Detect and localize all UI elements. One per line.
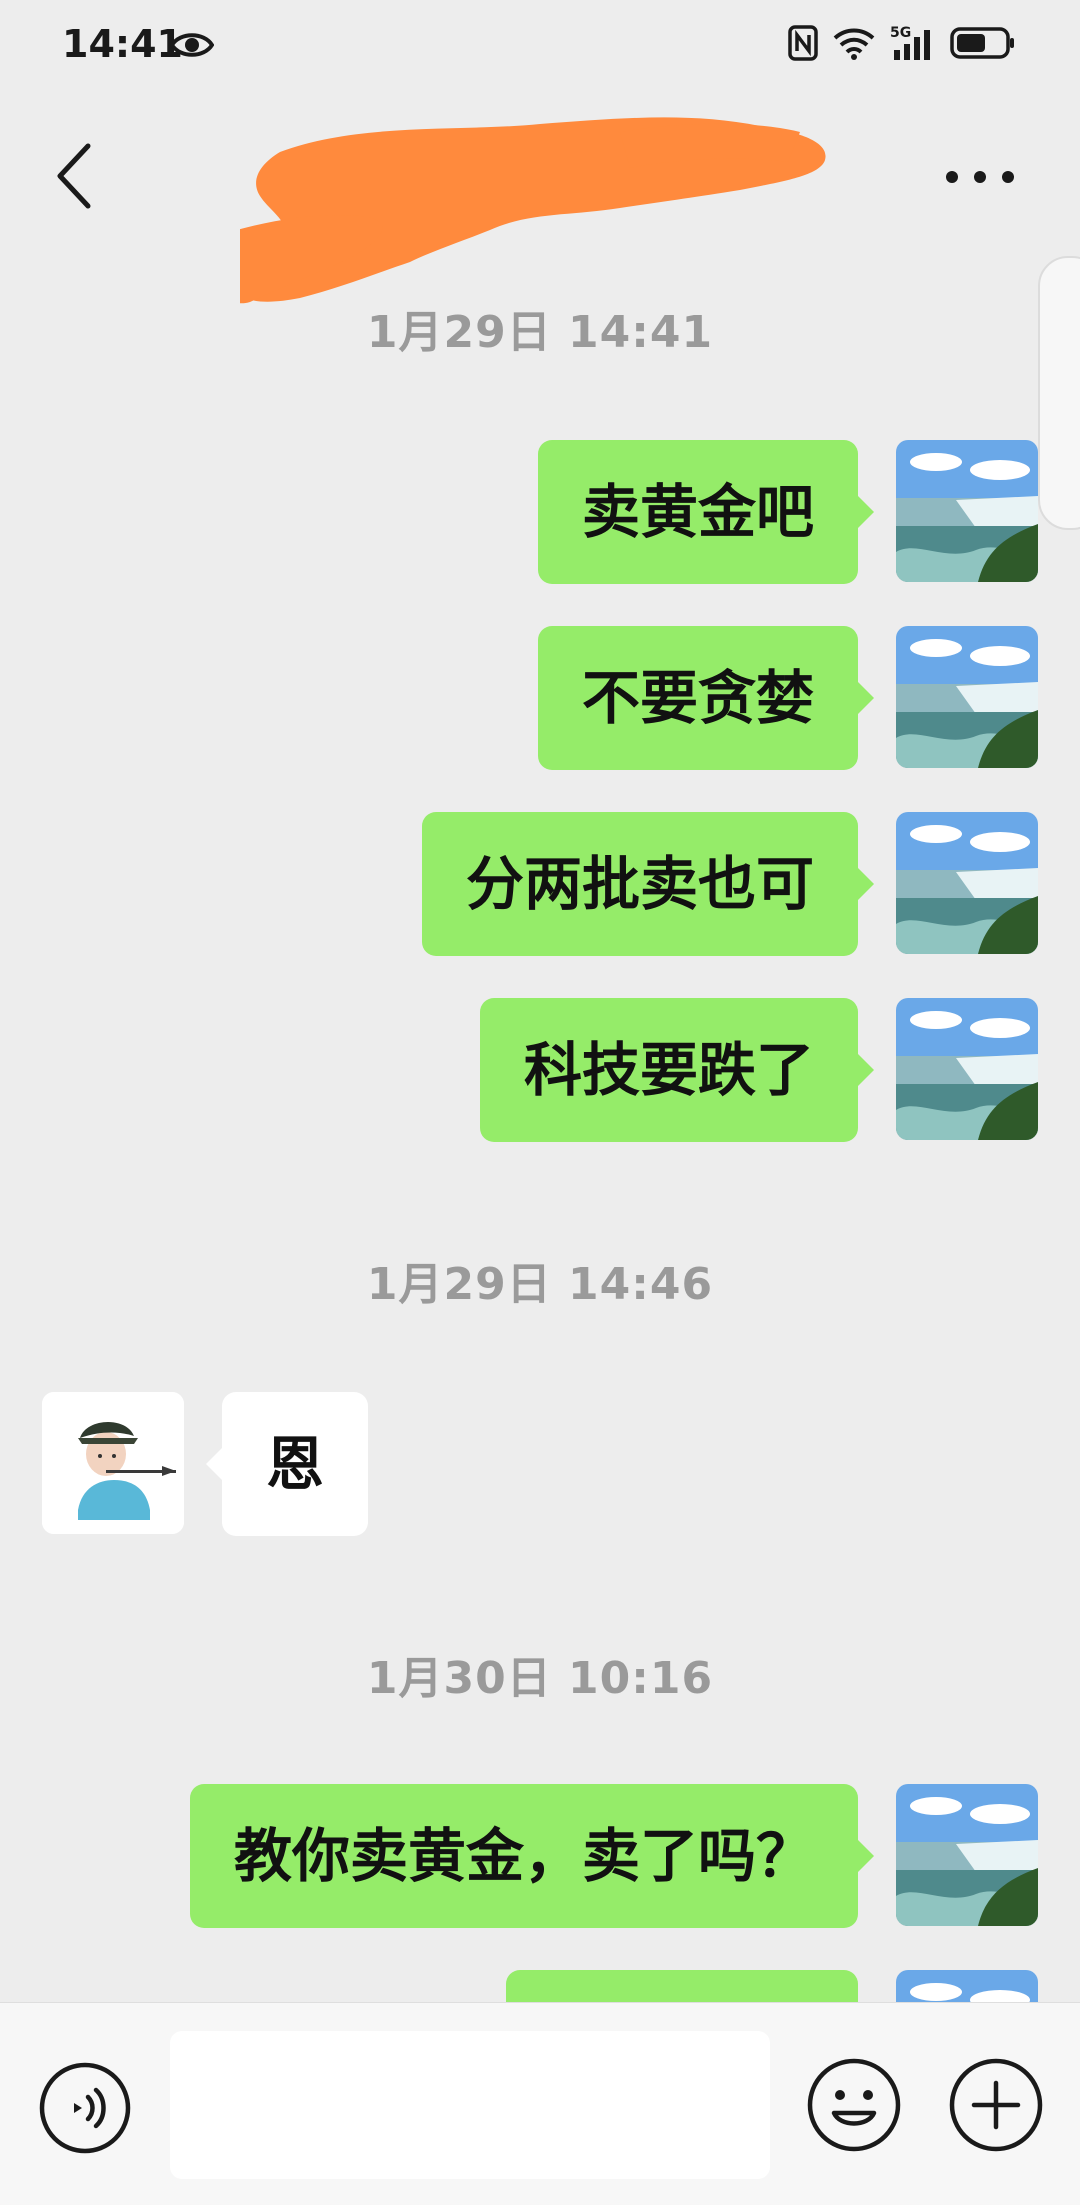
status-time: 14:41	[62, 22, 183, 66]
my-avatar[interactable]	[896, 440, 1038, 582]
message-row-self: 卖黄金吧	[0, 440, 1080, 584]
network-type-label: 5G	[890, 25, 911, 41]
message-row-self: 不要贪婪	[0, 626, 1080, 770]
landscape-avatar-image	[896, 1970, 1038, 2002]
contact-avatar[interactable]	[42, 1392, 184, 1534]
message-bubble[interactable]	[506, 1970, 858, 2002]
message-row-self: 教你卖黄金，卖了吗？	[0, 1784, 1080, 1928]
landscape-avatar-image	[896, 998, 1038, 1140]
my-avatar[interactable]	[896, 812, 1038, 954]
voice-icon[interactable]	[38, 2061, 132, 2155]
message-row-self: 科技要跌了	[0, 998, 1080, 1142]
message-bubble[interactable]: 不要贪婪	[537, 626, 875, 770]
message-bubble[interactable]: 科技要跌了	[479, 998, 875, 1142]
landscape-avatar-image	[896, 626, 1038, 768]
person-avatar-image	[42, 1392, 184, 1534]
plus-icon[interactable]	[948, 2057, 1044, 2153]
chat-title	[240, 112, 900, 304]
message-row-self: 分两批卖也可	[0, 812, 1080, 956]
status-bar: 14:41 5G	[0, 0, 1080, 92]
nfc-icon	[788, 25, 818, 61]
message-bubble[interactable]: 分两批卖也可	[421, 812, 875, 956]
status-icons: 5G	[788, 24, 1016, 62]
emoji-icon[interactable]	[806, 2057, 902, 2153]
my-avatar[interactable]	[896, 1970, 1038, 2002]
timestamp: 1月29日 14:41	[366, 307, 714, 358]
wifi-icon	[833, 28, 875, 60]
eye-icon	[170, 33, 214, 57]
message-bubble[interactable]: 教你卖黄金，卖了吗？	[189, 1784, 875, 1928]
landscape-avatar-image	[896, 440, 1038, 582]
timestamp: 1月29日 14:46	[366, 1259, 714, 1310]
my-avatar[interactable]	[896, 998, 1038, 1140]
landscape-avatar-image	[896, 1784, 1038, 1926]
my-avatar[interactable]	[896, 1784, 1038, 1926]
my-avatar[interactable]	[896, 626, 1038, 768]
landscape-avatar-image	[896, 812, 1038, 954]
message-bubble[interactable]: 恩	[205, 1392, 369, 1536]
message-list[interactable]: 1月29日 14:41 卖黄金吧 不要贪婪 分两批卖也可 科技要跌了 1月29日…	[0, 262, 1080, 2002]
input-bar	[0, 2002, 1080, 2205]
timestamp: 1月30日 10:16	[366, 1653, 714, 1704]
cellular-signal-icon: 5G	[890, 25, 930, 60]
chat-header	[0, 92, 1080, 304]
back-button[interactable]	[44, 136, 104, 216]
more-button[interactable]	[940, 152, 1020, 202]
message-row-other: 恩	[0, 1392, 1080, 1536]
battery-icon	[950, 27, 1014, 59]
message-bubble[interactable]: 卖黄金吧	[537, 440, 875, 584]
message-row-self	[0, 1970, 1080, 2002]
message-input[interactable]	[170, 2031, 770, 2179]
